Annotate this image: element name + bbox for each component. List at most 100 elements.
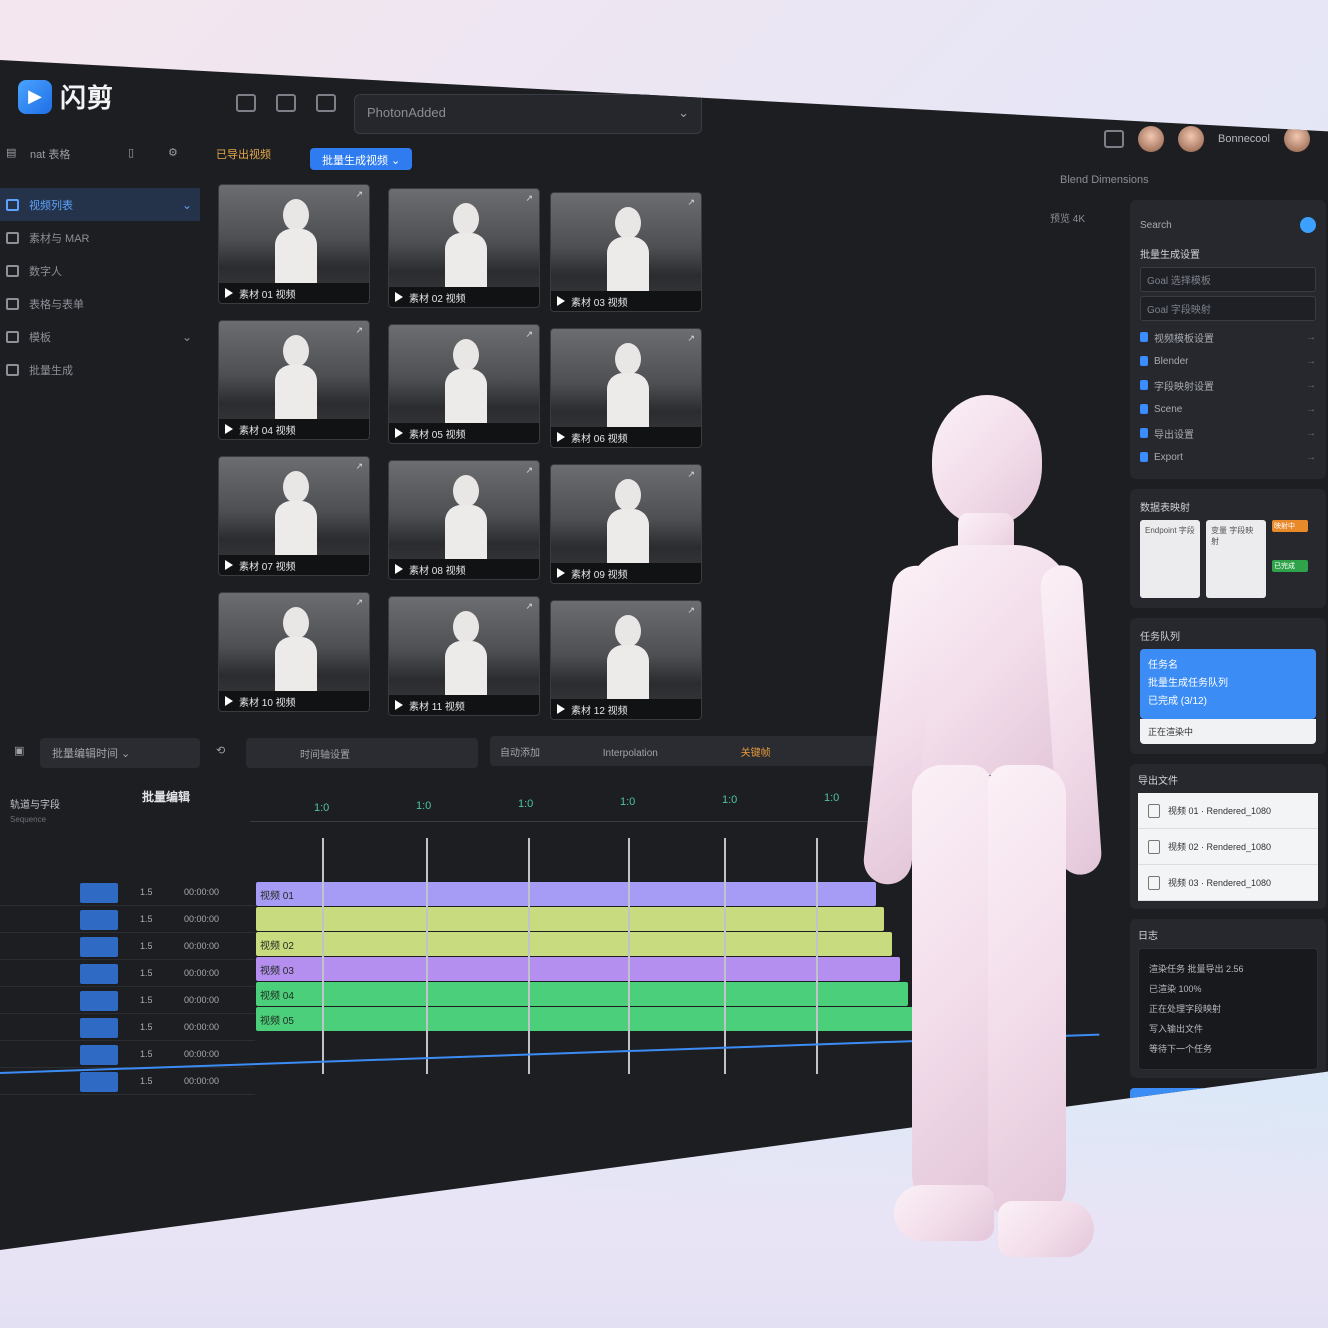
panel-icon[interactable]: ▯ xyxy=(128,146,134,159)
play-icon[interactable] xyxy=(395,428,403,438)
layers-icon[interactable]: ▣ xyxy=(14,744,24,757)
sidebar-item[interactable]: 批量生成 xyxy=(0,353,200,386)
endpoint-field-card[interactable]: Endpoint 字段 xyxy=(1140,520,1200,598)
list-item[interactable]: 导出设置 → xyxy=(1140,421,1316,445)
timeline-clip[interactable]: 视频 04 xyxy=(256,982,908,1006)
track-row[interactable]: 1.5 00:00:00 xyxy=(0,880,255,906)
sidebar-item[interactable]: 数字人 xyxy=(0,254,200,287)
batch-generate-button[interactable]: 批量生成视频 ⌄ xyxy=(310,148,413,170)
search-input[interactable]: Search xyxy=(1140,220,1172,231)
mapping-dropdown[interactable]: Goal 字段映射 xyxy=(1140,296,1316,321)
window-icon[interactable] xyxy=(236,94,256,112)
media-thumbnail[interactable]: ↗ 素材 02 视频 xyxy=(388,188,540,308)
play-icon[interactable] xyxy=(557,432,565,442)
play-icon[interactable] xyxy=(395,564,403,574)
track-row[interactable]: 1.5 00:00:00 xyxy=(0,988,255,1014)
tab-exported[interactable]: 已导出视频 xyxy=(216,146,271,162)
track-thumbnail[interactable] xyxy=(80,964,118,984)
expand-icon[interactable]: ↗ xyxy=(355,597,363,608)
timeline-marker[interactable] xyxy=(528,838,530,1074)
play-icon[interactable] xyxy=(225,424,233,434)
media-thumbnail[interactable]: ↗ 素材 11 视频 xyxy=(388,596,540,716)
expand-icon[interactable]: ↗ xyxy=(355,325,363,336)
keyframe-option[interactable]: 关键帧 xyxy=(741,748,771,759)
track-thumbnail[interactable] xyxy=(80,991,118,1011)
expand-icon[interactable]: ↗ xyxy=(525,465,533,476)
play-icon[interactable] xyxy=(395,700,403,710)
task-queue-item[interactable]: 任务名 批量生成任务队列 已完成 (3/12) xyxy=(1140,649,1316,719)
monitor-icon[interactable] xyxy=(316,94,336,112)
timeline-clip[interactable]: 视频 02 xyxy=(256,932,892,956)
variable-field-card[interactable]: 变量 字段映射 xyxy=(1206,520,1266,598)
chevron-down-icon[interactable]: ⌄ xyxy=(182,330,192,344)
chevron-down-icon[interactable]: ⌄ xyxy=(182,198,192,212)
template-dropdown[interactable]: Goal 选择模板 xyxy=(1140,267,1316,292)
timeline-marker[interactable] xyxy=(628,838,630,1074)
expand-icon[interactable]: ↗ xyxy=(687,197,695,208)
timeline-clip[interactable]: 视频 03 xyxy=(256,957,900,981)
file-row[interactable]: 视频 02 · Rendered_1080 xyxy=(1138,829,1318,865)
timeline-clip[interactable] xyxy=(256,907,884,931)
list-item[interactable]: Blender → xyxy=(1140,349,1316,373)
expand-icon[interactable]: ↗ xyxy=(687,469,695,480)
play-icon[interactable] xyxy=(557,568,565,578)
status-dot-icon[interactable] xyxy=(1300,217,1316,233)
interpolation-option[interactable]: Interpolation xyxy=(603,748,658,759)
timeline-marker[interactable] xyxy=(816,838,818,1074)
table-icon[interactable]: ▤ xyxy=(6,146,16,159)
timeline-mode-select[interactable]: 批量编辑时间 ⌄ xyxy=(40,738,200,768)
list-item[interactable]: 字段映射设置 → xyxy=(1140,373,1316,397)
play-icon[interactable] xyxy=(395,292,403,302)
track-row[interactable]: 1.5 00:00:00 xyxy=(0,961,255,987)
media-thumbnail[interactable]: ↗ 素材 03 视频 xyxy=(550,192,702,312)
media-thumbnail[interactable]: ↗ 素材 10 视频 xyxy=(218,592,370,712)
project-select[interactable]: PhotonAdded ⌄ xyxy=(354,94,702,134)
expand-icon[interactable]: ↗ xyxy=(525,193,533,204)
expand-icon[interactable]: ↗ xyxy=(355,461,363,472)
expand-icon[interactable]: ↗ xyxy=(355,189,363,200)
track-thumbnail[interactable] xyxy=(80,937,118,957)
sidebar-item[interactable]: 模板 ⌄ xyxy=(0,320,200,353)
media-thumbnail[interactable]: ↗ 素材 06 视频 xyxy=(550,328,702,448)
list-item[interactable]: Scene → xyxy=(1140,397,1316,421)
play-icon[interactable] xyxy=(225,560,233,570)
track-thumbnail[interactable] xyxy=(80,1072,118,1092)
settings-icon[interactable]: ⚙ xyxy=(168,146,178,159)
media-thumbnail[interactable]: ↗ 素材 09 视频 xyxy=(550,464,702,584)
preview-quality-pill[interactable]: 预览 4K xyxy=(1050,210,1085,225)
media-thumbnail[interactable]: ↗ 素材 04 视频 xyxy=(218,320,370,440)
timeline-ruler[interactable]: 1:0 1:0 1:0 1:0 1:0 1:0 xyxy=(250,792,890,822)
file-row[interactable]: 视频 01 · Rendered_1080 xyxy=(1138,793,1318,829)
media-thumbnail[interactable]: ↗ 素材 07 视频 xyxy=(218,456,370,576)
sidebar-item[interactable]: 表格与表单 xyxy=(0,287,200,320)
track-thumbnail[interactable] xyxy=(80,1018,118,1038)
media-thumbnail[interactable]: ↗ 素材 12 视频 xyxy=(550,600,702,720)
list-item[interactable]: Export → xyxy=(1140,445,1316,469)
track-row[interactable]: 1.5 00:00:00 xyxy=(0,907,255,933)
expand-icon[interactable]: ↗ xyxy=(687,333,695,344)
track-thumbnail[interactable] xyxy=(80,910,118,930)
track-thumbnail[interactable] xyxy=(80,883,118,903)
list-item[interactable]: 视频模板设置 → xyxy=(1140,325,1316,349)
media-thumbnail[interactable]: ↗ 素材 08 视频 xyxy=(388,460,540,580)
media-thumbnail[interactable]: ↗ 素材 05 视频 xyxy=(388,324,540,444)
track-row[interactable]: 1.5 00:00:00 xyxy=(0,1015,255,1041)
expand-icon[interactable]: ↗ xyxy=(525,601,533,612)
expand-icon[interactable]: ↗ xyxy=(525,329,533,340)
track-thumbnail[interactable] xyxy=(80,1045,118,1065)
media-thumbnail[interactable]: ↗ 素材 01 视频 xyxy=(218,184,370,304)
expand-icon[interactable]: ↗ xyxy=(687,605,695,616)
timeline-clip[interactable]: 视频 01 xyxy=(256,882,876,906)
timeline-settings[interactable]: 时间轴设置 xyxy=(246,738,478,768)
track-row[interactable]: 1.5 00:00:00 xyxy=(0,1069,255,1095)
undo-icon[interactable]: ⟲ xyxy=(216,744,225,757)
play-icon[interactable] xyxy=(557,704,565,714)
file-row[interactable]: 视频 03 · Rendered_1080 xyxy=(1138,865,1318,901)
sidebar-item[interactable]: 素材与 MAR xyxy=(0,221,200,254)
play-icon[interactable] xyxy=(557,296,565,306)
sidebar-item[interactable]: 视频列表 ⌄ xyxy=(0,188,200,221)
track-row[interactable]: 1.5 00:00:00 xyxy=(0,934,255,960)
toolbar-left-label[interactable]: nat 表格 xyxy=(30,146,70,162)
play-icon[interactable] xyxy=(225,696,233,706)
timeline-marker[interactable] xyxy=(724,838,726,1074)
